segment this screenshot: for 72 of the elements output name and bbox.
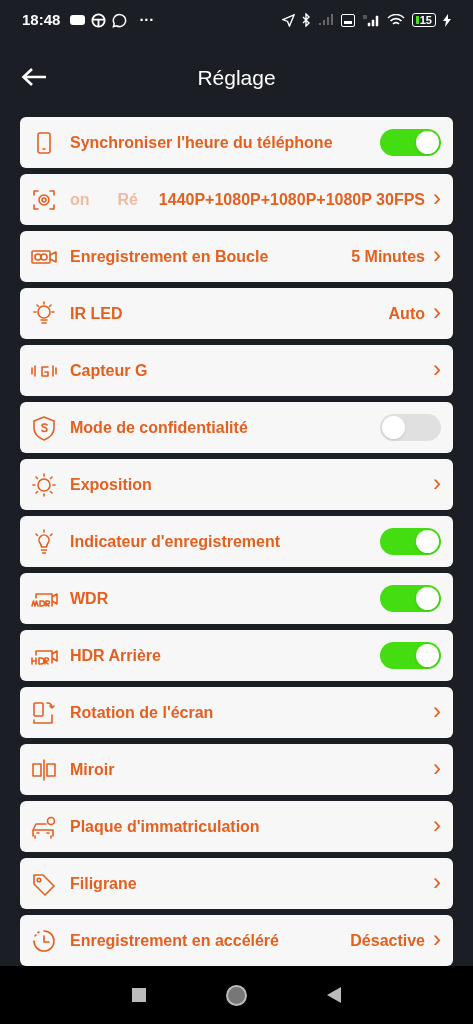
settings-row[interactable]: Rotation de l'écran › [20, 687, 453, 738]
toggle-switch[interactable] [380, 528, 441, 555]
back-nav-button[interactable] [327, 987, 341, 1003]
toggle-switch[interactable] [380, 585, 441, 612]
shield-icon [30, 414, 58, 441]
bluetooth-icon [301, 13, 311, 27]
chevron-icon: › [433, 243, 441, 270]
toggle-switch[interactable] [380, 642, 441, 669]
back-arrow-icon [21, 67, 47, 87]
setting-label: Rotation de l'écran [70, 702, 214, 723]
steering-wheel-icon [91, 12, 107, 28]
recents-button[interactable] [132, 988, 146, 1002]
signal-icon [317, 14, 334, 26]
chevron-icon: › [433, 300, 441, 327]
settings-row[interactable]: Indicateur d'enregistrement [20, 516, 453, 567]
sun-icon [30, 471, 58, 498]
charging-icon [443, 13, 451, 27]
toggle-switch[interactable] [380, 129, 441, 156]
setting-label: Enregistrement en Boucle [70, 246, 269, 267]
setting-label: IR LED [70, 303, 123, 324]
mirror-icon [30, 756, 58, 783]
settings-row[interactable]: Mode de confidentialité [20, 402, 453, 453]
setting-label: Enregistrement en accéléré [70, 930, 279, 951]
setting-value: 1440P+1080P+1080P+1080P 30FPS [158, 189, 425, 210]
setting-label: HDR Arrière [70, 645, 161, 666]
chevron-icon: › [433, 813, 441, 840]
chevron-icon: › [433, 699, 441, 726]
setting-label: WDR [70, 588, 109, 609]
chevron-icon: › [433, 471, 441, 498]
settings-row[interactable]: Plaque d'immatriculation › [20, 801, 453, 852]
status-time: 18:48 [22, 9, 61, 30]
settings-row[interactable]: IR LED Auto › [20, 288, 453, 339]
settings-row[interactable]: HDR Arrière [20, 630, 453, 681]
setting-label: Miroir [70, 759, 115, 780]
setting-label: Indicateur d'enregistrement [70, 531, 281, 552]
setting-label: Ré [117, 189, 138, 210]
setting-value: Désactive [350, 930, 425, 951]
setting-label: Plaque d'immatriculation [70, 816, 260, 837]
settings-row[interactable]: Exposition › [20, 459, 453, 510]
chevron-icon: › [433, 357, 441, 384]
toggle-switch[interactable] [380, 414, 441, 441]
signal-icon [361, 13, 380, 27]
settings-row[interactable]: Capteur G › [20, 345, 453, 396]
chevron-icon: › [433, 870, 441, 897]
location-icon [281, 13, 295, 27]
more-dots: ··· [139, 9, 155, 30]
chat-icon [112, 12, 128, 28]
clock-icon [30, 927, 58, 954]
settings-row[interactable]: Enregistrement en Boucle 5 Minutes › [20, 231, 453, 282]
setting-label: on [70, 189, 90, 210]
battery-indicator: 15 [411, 13, 436, 27]
setting-label: Exposition [70, 474, 152, 495]
screen-rotate-icon [30, 699, 58, 726]
setting-label: Synchroniser l'heure du téléphone [70, 132, 333, 153]
settings-row[interactable]: on Ré 1440P+1080P+1080P+1080P 30FPS › [20, 174, 453, 225]
home-button[interactable] [226, 984, 247, 1006]
setting-value: 5 Minutes [351, 246, 425, 267]
page-title: Réglage [197, 64, 276, 91]
settings-row[interactable]: Synchroniser l'heure du téléphone [20, 117, 453, 168]
settings-row[interactable]: Filigrane › [20, 858, 453, 909]
setting-label: Filigrane [70, 873, 137, 894]
setting-label: Capteur G [70, 360, 148, 381]
settings-row[interactable]: Miroir › [20, 744, 453, 795]
chevron-icon: › [433, 927, 441, 954]
chevron-icon: › [433, 756, 441, 783]
setting-value: Auto [388, 303, 425, 324]
chevron-icon: › [433, 186, 441, 213]
light-bulb-icon [30, 300, 58, 327]
setting-label: Mode de confidentialité [70, 417, 248, 438]
wifi-icon [386, 13, 405, 27]
settings-row[interactable]: WDR [20, 573, 453, 624]
settings-row[interactable]: Enregistrement en accéléré Désactive › [20, 915, 453, 966]
